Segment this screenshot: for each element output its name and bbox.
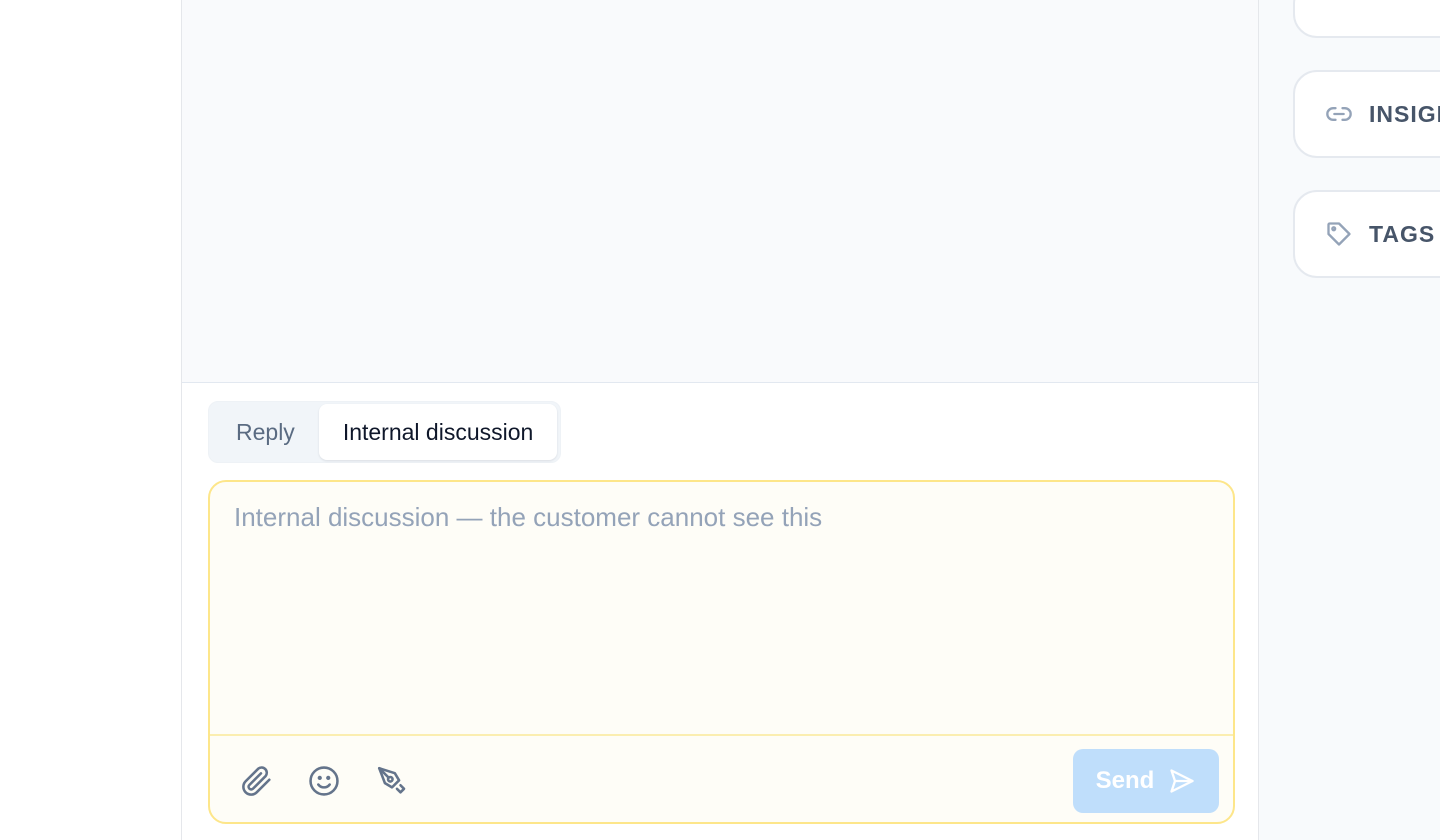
insights-card[interactable]: INSIGHTS <box>1293 70 1440 158</box>
signature-button[interactable] <box>370 759 414 803</box>
conversation-panel: Reply Internal discussion Internal discu… <box>181 0 1259 840</box>
left-gutter <box>0 0 181 840</box>
messages-area[interactable] <box>182 0 1258 383</box>
paperclip-icon <box>242 766 271 796</box>
emoji-icon <box>309 766 339 796</box>
tags-card[interactable]: TAGS <box>1293 190 1440 278</box>
right-sidebar: INSIGHTS TAGS <box>1259 0 1440 840</box>
send-icon <box>1170 769 1195 793</box>
tab-reply[interactable]: Reply <box>212 404 319 460</box>
send-label: Send <box>1095 767 1155 794</box>
composer-toolbar: Send <box>210 734 1233 822</box>
tags-label: TAGS <box>1369 220 1436 247</box>
tab-internal-discussion[interactable]: Internal discussion <box>318 404 558 460</box>
composer-tabs: Reply Internal discussion <box>208 401 562 463</box>
send-button[interactable]: Send <box>1073 749 1219 813</box>
sidebar-card[interactable] <box>1293 0 1440 38</box>
emoji-button[interactable] <box>302 759 346 803</box>
composer-box: Send <box>208 480 1235 824</box>
signature-pen-icon <box>377 766 406 794</box>
message-input[interactable] <box>210 482 1233 734</box>
tag-icon <box>1327 222 1351 246</box>
attach-button[interactable] <box>234 759 278 803</box>
link-icon <box>1326 107 1352 122</box>
insights-label: INSIGHTS <box>1369 100 1440 127</box>
